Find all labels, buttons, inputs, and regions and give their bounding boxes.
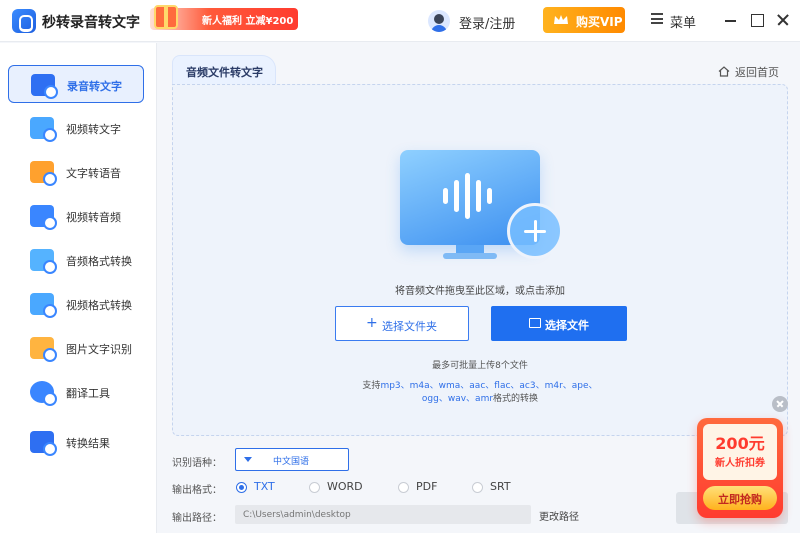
coupon-popup[interactable]: 200元 新人折扣券 立即抢购 — [697, 418, 783, 518]
waveform-icon — [476, 180, 481, 212]
support-formats-1: mp3、m4a、wma、aac、flac、ac3、m4r、ape、 — [380, 381, 598, 391]
video-to-text-icon — [30, 117, 57, 142]
format-label-srt[interactable]: SRT — [490, 480, 511, 493]
sidebar: 录音转文字 视频转文字 文字转语音 视频转音频 音频格式转换 视频格式转换 图片… — [0, 43, 157, 533]
coupon-buy-button[interactable]: 立即抢购 — [703, 486, 777, 510]
sidebar-item-label: 翻译工具 — [66, 387, 110, 400]
menu-icon[interactable] — [651, 13, 663, 24]
monitor-base — [443, 253, 497, 259]
language-label: 识别语种： — [172, 458, 222, 469]
app-logo-icon — [12, 9, 36, 33]
support-formats-2: ogg、wav、amr — [421, 394, 494, 404]
sidebar-item-label: 录音转文字 — [67, 80, 122, 93]
menu-label[interactable]: 菜单 — [670, 12, 696, 31]
text-to-speech-icon — [30, 161, 57, 186]
plus-icon: + — [366, 315, 378, 331]
video-convert-icon — [30, 293, 57, 318]
maximize-icon[interactable] — [747, 10, 767, 30]
supported-formats-line-2: ogg、wav、amr格式的转换 — [173, 391, 787, 404]
sidebar-item-video-convert[interactable]: 视频格式转换 — [8, 285, 144, 323]
sidebar-item-audio-convert[interactable]: 音频格式转换 — [8, 241, 144, 279]
results-icon — [30, 431, 57, 456]
support-suffix: 格式的转换 — [493, 394, 539, 404]
sidebar-item-label: 音频格式转换 — [66, 255, 132, 268]
sidebar-item-label: 视频转文字 — [66, 123, 121, 136]
add-file-icon[interactable] — [507, 203, 563, 259]
tab-label: 音频文件转文字 — [186, 66, 263, 79]
home-icon[interactable] — [718, 66, 730, 77]
format-radio-word[interactable] — [309, 482, 320, 493]
coupon-subtitle: 新人折扣券 — [715, 458, 765, 469]
buy-vip-button[interactable]: 购买VIP — [543, 7, 625, 33]
chevron-down-icon — [244, 457, 252, 462]
select-file-label: 选择文件 — [545, 319, 589, 332]
app-title: 秒转录音转文字 — [42, 15, 140, 31]
format-label: 输出格式： — [172, 485, 222, 496]
image-ocr-icon — [30, 337, 57, 362]
sidebar-item-text-to-speech[interactable]: 文字转语音 — [8, 153, 144, 191]
drop-hint: 将音频文件拖曳至此区域，或点击添加 — [395, 286, 565, 297]
upload-limit-note: 最多可批量上传8个文件 — [432, 361, 528, 371]
audio-convert-icon — [30, 249, 57, 274]
sidebar-item-label: 图片文字识别 — [66, 343, 132, 356]
sidebar-item-image-ocr[interactable]: 图片文字识别 — [8, 329, 144, 367]
user-avatar-icon[interactable] — [428, 10, 450, 32]
translate-icon — [30, 381, 57, 406]
select-file-button[interactable]: 选择文件 — [491, 306, 627, 341]
waveform-icon — [454, 180, 459, 212]
sidebar-item-label: 视频格式转换 — [66, 299, 132, 312]
promo-banner-text: 新人福利 立减¥200 — [202, 16, 294, 27]
output-path-label: 输出路径： — [172, 513, 222, 524]
folder-icon — [529, 318, 541, 328]
buy-vip-label: 购买VIP — [576, 15, 623, 29]
promo-banner[interactable]: 新人福利 立减¥200 — [150, 5, 298, 30]
sidebar-item-translate[interactable]: 翻译工具 — [8, 373, 144, 411]
sidebar-item-video-to-text[interactable]: 视频转文字 — [8, 109, 144, 147]
coupon-buy-label: 立即抢购 — [718, 493, 762, 506]
file-drop-zone[interactable]: 将音频文件拖曳至此区域，或点击添加 + 选择文件夹 选择文件 最多可批量上传8个… — [172, 84, 788, 436]
format-radio-srt[interactable] — [472, 482, 483, 493]
sidebar-item-audio-to-text[interactable]: 录音转文字 — [8, 65, 144, 103]
sidebar-item-results[interactable]: 转换结果 — [8, 423, 144, 461]
gift-icon — [154, 5, 178, 29]
login-link[interactable]: 登录/注册 — [459, 13, 515, 32]
format-radio-pdf[interactable] — [398, 482, 409, 493]
tab-audio-to-text[interactable]: 音频文件转文字 — [172, 55, 276, 85]
language-select[interactable]: 中文国语 — [235, 448, 349, 471]
sidebar-item-label: 文字转语音 — [66, 167, 121, 180]
waveform-icon — [443, 188, 448, 204]
select-folder-button[interactable]: + 选择文件夹 — [335, 306, 469, 341]
sidebar-item-video-to-audio[interactable]: 视频转音频 — [8, 197, 144, 235]
format-label-pdf[interactable]: PDF — [416, 480, 437, 493]
waveform-icon — [465, 173, 470, 219]
coupon-card: 200元 新人折扣券 — [703, 424, 777, 480]
crown-icon — [554, 15, 568, 24]
support-prefix: 支持 — [362, 381, 381, 391]
back-home-link[interactable]: 返回首页 — [735, 64, 779, 80]
sidebar-item-label: 转换结果 — [66, 437, 110, 450]
output-path-field[interactable] — [235, 505, 531, 524]
supported-formats-line-1: 支持mp3、m4a、wma、aac、flac、ac3、m4r、ape、 — [173, 378, 787, 391]
coupon-amount: 200元 — [715, 434, 765, 453]
select-folder-label: 选择文件夹 — [382, 320, 437, 333]
close-icon[interactable] — [773, 10, 793, 30]
minimize-icon[interactable] — [721, 10, 741, 30]
sidebar-item-label: 视频转音频 — [66, 211, 121, 224]
title-bar: 秒转录音转文字 新人福利 立减¥200 登录/注册 购买VIP 菜单 — [0, 0, 800, 42]
language-value: 中文国语 — [273, 457, 310, 467]
coupon-close-icon[interactable] — [772, 396, 788, 412]
waveform-icon — [487, 188, 492, 204]
format-radio-txt[interactable] — [236, 482, 247, 493]
format-label-txt[interactable]: TXT — [254, 480, 275, 493]
audio-to-text-icon — [31, 74, 58, 99]
change-path-link[interactable]: 更改路径 — [539, 508, 579, 523]
format-label-word[interactable]: WORD — [327, 480, 363, 493]
video-to-audio-icon — [30, 205, 57, 230]
